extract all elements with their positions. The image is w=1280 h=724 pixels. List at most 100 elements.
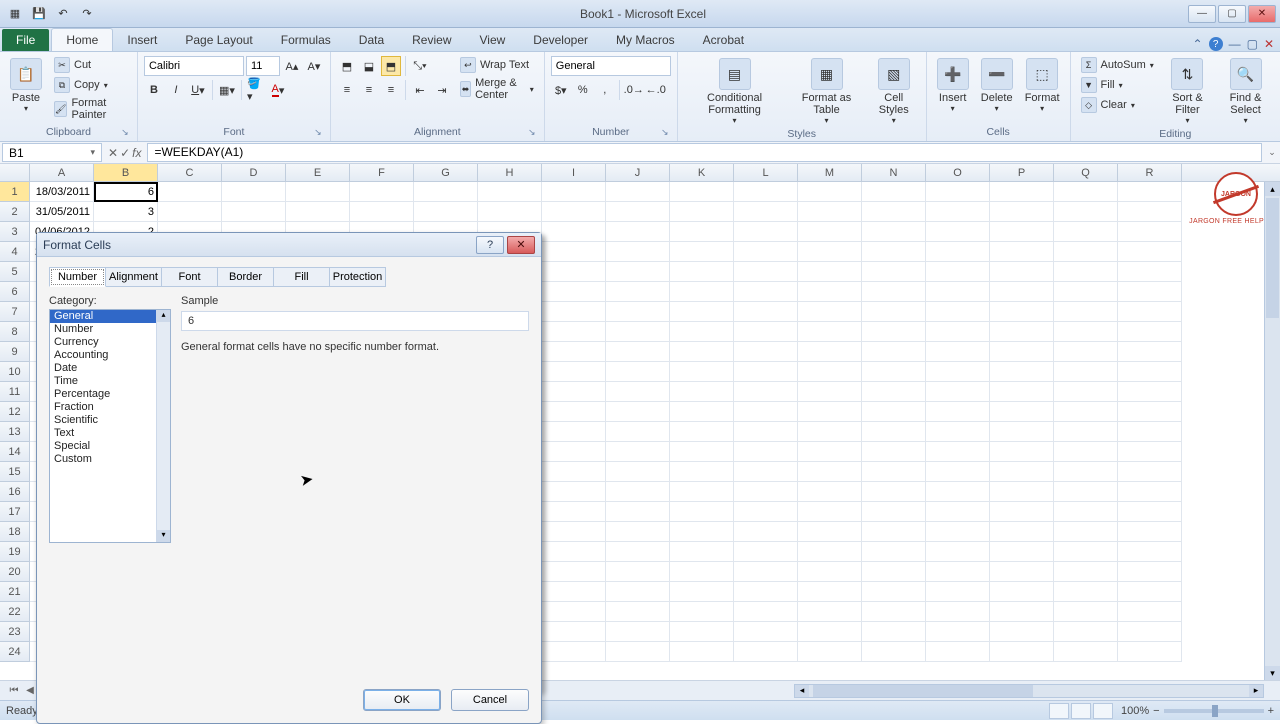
cell-L10[interactable]: [734, 362, 798, 382]
category-item-custom[interactable]: Custom: [50, 453, 170, 466]
cell-J23[interactable]: [606, 622, 670, 642]
tab-my-macros[interactable]: My Macros: [602, 29, 689, 51]
align-center-icon[interactable]: ≡: [359, 80, 379, 100]
increase-indent-icon[interactable]: ⇥: [432, 80, 452, 100]
cell-H1[interactable]: [478, 182, 542, 202]
cell-R20[interactable]: [1118, 562, 1182, 582]
enter-formula-icon[interactable]: ✓: [120, 146, 130, 160]
cell-Q9[interactable]: [1054, 342, 1118, 362]
cell-J7[interactable]: [606, 302, 670, 322]
ok-button[interactable]: OK: [363, 689, 441, 711]
cell-L13[interactable]: [734, 422, 798, 442]
cell-J18[interactable]: [606, 522, 670, 542]
cell-R14[interactable]: [1118, 442, 1182, 462]
column-header-J[interactable]: J: [606, 164, 670, 181]
cell-L5[interactable]: [734, 262, 798, 282]
cell-K23[interactable]: [670, 622, 734, 642]
cell-J17[interactable]: [606, 502, 670, 522]
tab-file[interactable]: File: [2, 29, 49, 51]
conditional-formatting-button[interactable]: ▤Conditional Formatting▾: [684, 56, 786, 127]
cell-O4[interactable]: [926, 242, 990, 262]
column-header-G[interactable]: G: [414, 164, 478, 181]
cell-Q15[interactable]: [1054, 462, 1118, 482]
cell-N4[interactable]: [862, 242, 926, 262]
cell-R9[interactable]: [1118, 342, 1182, 362]
column-header-M[interactable]: M: [798, 164, 862, 181]
bold-icon[interactable]: B: [144, 80, 164, 100]
cell-P9[interactable]: [990, 342, 1054, 362]
cell-Q7[interactable]: [1054, 302, 1118, 322]
page-break-view-button[interactable]: [1093, 703, 1113, 719]
sort-filter-button[interactable]: ⇅Sort & Filter▾: [1162, 56, 1213, 127]
cell-P5[interactable]: [990, 262, 1054, 282]
cell-K20[interactable]: [670, 562, 734, 582]
cell-O12[interactable]: [926, 402, 990, 422]
cell-P14[interactable]: [990, 442, 1054, 462]
cell-M6[interactable]: [798, 282, 862, 302]
row-header-24[interactable]: 24: [0, 642, 30, 662]
cell-P18[interactable]: [990, 522, 1054, 542]
font-color-icon[interactable]: A▾: [268, 80, 288, 100]
workbook-minimize-icon[interactable]: —: [1229, 37, 1241, 51]
delete-cells-button[interactable]: ➖Delete▾: [977, 56, 1017, 115]
cell-J6[interactable]: [606, 282, 670, 302]
cell-I5[interactable]: [542, 262, 606, 282]
cell-R3[interactable]: [1118, 222, 1182, 242]
row-header-3[interactable]: 3: [0, 222, 30, 242]
cell-L23[interactable]: [734, 622, 798, 642]
cell-I1[interactable]: [542, 182, 606, 202]
row-header-13[interactable]: 13: [0, 422, 30, 442]
cell-N8[interactable]: [862, 322, 926, 342]
cell-I14[interactable]: [542, 442, 606, 462]
tab-view[interactable]: View: [466, 29, 520, 51]
find-select-button[interactable]: 🔍Find & Select▾: [1217, 56, 1274, 127]
align-middle-icon[interactable]: ⬓: [359, 56, 379, 76]
percent-format-icon[interactable]: %: [573, 80, 593, 100]
row-header-1[interactable]: 1: [0, 182, 30, 202]
format-painter-button[interactable]: 🖌Format Painter: [50, 96, 131, 122]
cell-N2[interactable]: [862, 202, 926, 222]
orientation-icon[interactable]: ⤡▾: [410, 56, 430, 76]
cell-K11[interactable]: [670, 382, 734, 402]
cell-L15[interactable]: [734, 462, 798, 482]
cell-K18[interactable]: [670, 522, 734, 542]
cell-Q3[interactable]: [1054, 222, 1118, 242]
row-header-10[interactable]: 10: [0, 362, 30, 382]
cell-J3[interactable]: [606, 222, 670, 242]
cell-O24[interactable]: [926, 642, 990, 662]
clipboard-launcher-icon[interactable]: ↘: [119, 127, 131, 139]
column-header-P[interactable]: P: [990, 164, 1054, 181]
cell-Q21[interactable]: [1054, 582, 1118, 602]
cell-K6[interactable]: [670, 282, 734, 302]
cell-A1[interactable]: 18/03/2011: [30, 182, 94, 202]
cell-P7[interactable]: [990, 302, 1054, 322]
cell-O19[interactable]: [926, 542, 990, 562]
horizontal-scrollbar[interactable]: ◂ ▸: [794, 684, 1264, 698]
cell-R21[interactable]: [1118, 582, 1182, 602]
cell-J15[interactable]: [606, 462, 670, 482]
cell-J12[interactable]: [606, 402, 670, 422]
cell-M15[interactable]: [798, 462, 862, 482]
cell-M9[interactable]: [798, 342, 862, 362]
cell-R2[interactable]: [1118, 202, 1182, 222]
cell-P23[interactable]: [990, 622, 1054, 642]
cell-K24[interactable]: [670, 642, 734, 662]
cell-N5[interactable]: [862, 262, 926, 282]
cell-R1[interactable]: [1118, 182, 1182, 202]
cell-M18[interactable]: [798, 522, 862, 542]
row-header-16[interactable]: 16: [0, 482, 30, 502]
close-button[interactable]: ✕: [1248, 5, 1276, 23]
scroll-up-icon[interactable]: ▴: [1265, 182, 1280, 196]
cell-J24[interactable]: [606, 642, 670, 662]
cell-Q17[interactable]: [1054, 502, 1118, 522]
cell-K9[interactable]: [670, 342, 734, 362]
cell-E2[interactable]: [286, 202, 350, 222]
cell-O15[interactable]: [926, 462, 990, 482]
cell-J5[interactable]: [606, 262, 670, 282]
cell-L7[interactable]: [734, 302, 798, 322]
dialog-help-button[interactable]: ?: [476, 236, 504, 254]
column-header-H[interactable]: H: [478, 164, 542, 181]
cell-K16[interactable]: [670, 482, 734, 502]
cell-L9[interactable]: [734, 342, 798, 362]
cell-K13[interactable]: [670, 422, 734, 442]
